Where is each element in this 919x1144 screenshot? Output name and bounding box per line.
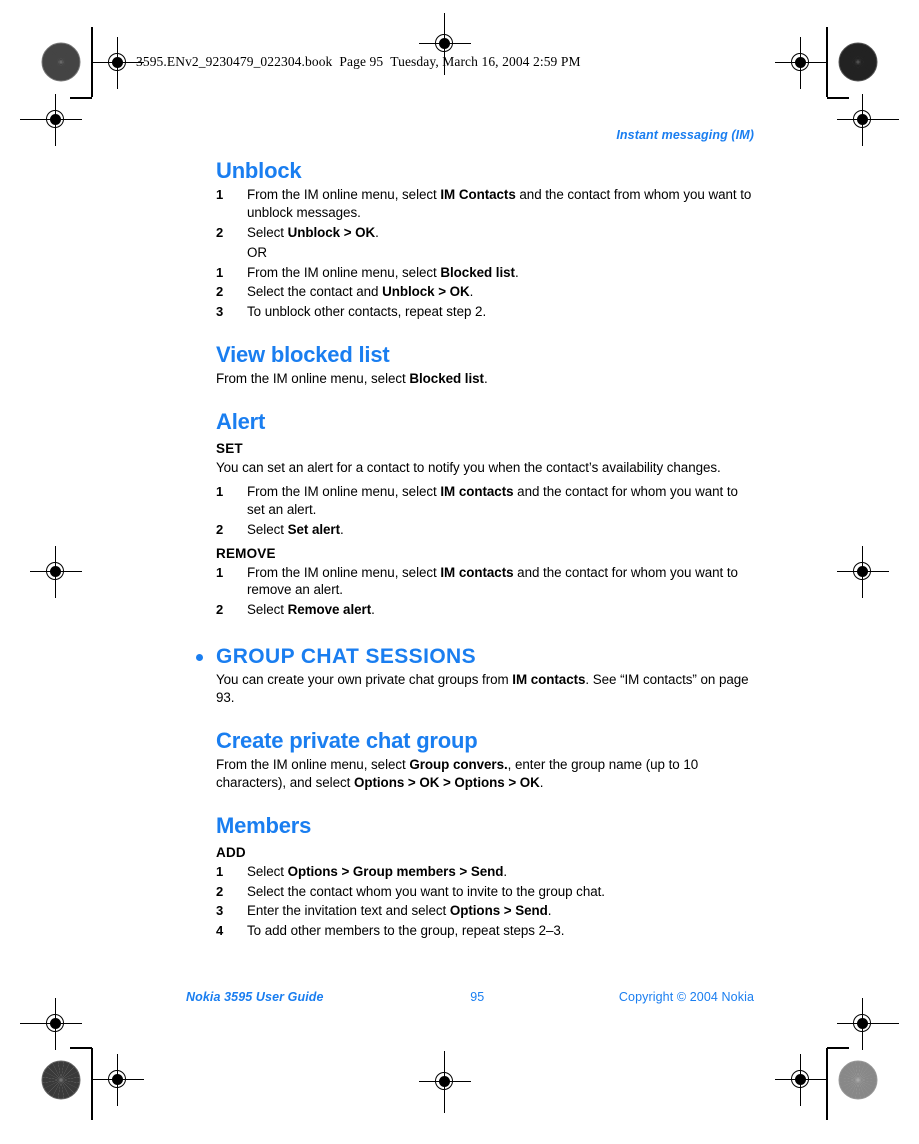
list-item: 1 From the IM online menu, select Blocke… xyxy=(216,264,754,282)
registration-mark-right-upper xyxy=(837,94,889,146)
star-target-bottom-right xyxy=(838,1060,878,1100)
running-head: Instant messaging (IM) xyxy=(616,128,754,142)
step-number: 1 xyxy=(216,264,224,280)
group-chat-intro: You can create your own private chat gro… xyxy=(216,672,749,705)
step-text: To add other members to the group, repea… xyxy=(247,923,565,939)
step-text: Select Remove alert. xyxy=(247,602,375,618)
step-number: 2 xyxy=(216,602,224,618)
book-filename: 3595.ENv2_9230479_022304.book xyxy=(136,54,333,69)
registration-mark-bottom-center xyxy=(419,1051,471,1113)
heading-members: Members xyxy=(216,812,312,838)
step-number: 2 xyxy=(216,224,224,240)
list-item: 1 From the IM online menu, select IM con… xyxy=(216,483,754,519)
heading-alert: Alert xyxy=(216,409,266,434)
unblock-steps-a: 1 From the IM online menu, select IM Con… xyxy=(216,186,754,241)
registration-mark-left-lower xyxy=(30,998,82,1050)
step-text: From the IM online menu, select IM Conta… xyxy=(247,187,752,221)
list-item: 4 To add other members to the group, rep… xyxy=(216,922,754,940)
step-text: From the IM online menu, select Blocked … xyxy=(247,264,519,280)
members-add-steps: 1 Select Options > Group members > Send.… xyxy=(216,863,754,940)
heading-view-blocked-list: View blocked list xyxy=(216,341,390,367)
trim-line-top-left-h xyxy=(70,97,92,99)
trim-line-bottom-left-h xyxy=(70,1047,92,1049)
step-text: From the IM online menu, select IM conta… xyxy=(247,564,738,598)
page-footer: Nokia 3595 User Guide 95 Copyright © 200… xyxy=(186,990,754,1004)
step-text: Select the contact and Unblock > OK. xyxy=(247,284,474,300)
or-separator: OR xyxy=(247,244,268,260)
step-text: To unblock other contacts, repeat step 2… xyxy=(247,304,487,320)
bullet-icon xyxy=(196,653,203,661)
alert-set-steps: 1 From the IM online menu, select IM con… xyxy=(216,483,754,538)
list-item: 2 Select Unblock > OK. xyxy=(216,224,754,242)
trim-line-top-left-v xyxy=(91,27,93,97)
registration-mark-left-upper xyxy=(30,94,82,146)
registration-mark-right-middle xyxy=(837,546,889,598)
list-item: 3 To unblock other contacts, repeat step… xyxy=(216,303,754,321)
registration-mark-bottom-left xyxy=(92,1054,144,1106)
list-item: 1 Select Options > Group members > Send. xyxy=(216,863,754,881)
list-item: 2 Select Set alert. xyxy=(216,521,754,539)
heading-group-chat-sessions-wrap: GROUP CHAT SESSIONS xyxy=(196,644,754,668)
trim-line-right-lower xyxy=(849,1023,899,1024)
trim-line-bottom-right-h xyxy=(827,1047,849,1049)
step-number: 4 xyxy=(216,923,224,939)
heading-group-chat-sessions: GROUP CHAT SESSIONS xyxy=(216,644,477,668)
footer-page-number: 95 xyxy=(470,990,485,1004)
list-item: 1 From the IM online menu, select IM con… xyxy=(216,564,754,600)
trim-line-bottom-right-v xyxy=(826,1048,828,1120)
unblock-steps-b: 1 From the IM online menu, select Blocke… xyxy=(216,264,754,321)
trim-line-left-upper xyxy=(20,119,70,120)
step-number: 2 xyxy=(216,284,224,300)
footer-guide-title: Nokia 3595 User Guide xyxy=(186,990,324,1004)
alert-remove-steps: 1 From the IM online menu, select IM con… xyxy=(216,564,754,619)
alert-set-intro: You can set an alert for a contact to no… xyxy=(216,460,721,476)
subheading-add: ADD xyxy=(216,844,246,860)
step-number: 2 xyxy=(216,521,224,537)
list-item: 2 Select the contact and Unblock > OK. xyxy=(216,283,754,301)
list-item: 1 From the IM online menu, select IM Con… xyxy=(216,186,754,222)
step-number: 1 xyxy=(216,863,224,879)
star-target-bottom-left xyxy=(41,1060,81,1100)
step-number: 3 xyxy=(216,903,224,919)
create-group-body: From the IM online menu, select Group co… xyxy=(216,756,699,790)
registration-mark-bottom-right xyxy=(775,1054,827,1106)
star-target-top-left xyxy=(41,42,81,82)
subheading-set: SET xyxy=(216,441,243,457)
step-text: Select the contact whom you want to invi… xyxy=(247,883,605,899)
trim-line-top-right-h xyxy=(827,97,849,99)
step-number: 3 xyxy=(216,304,224,320)
footer-copyright: Copyright © 2004 Nokia xyxy=(618,990,754,1004)
book-timestamp: Tuesday, March 16, 2004 2:59 PM xyxy=(390,54,581,69)
trim-line-right-upper xyxy=(849,119,899,120)
step-text: From the IM online menu, select IM conta… xyxy=(247,484,738,517)
heading-unblock: Unblock xyxy=(216,158,302,183)
book-file-header: 3595.ENv2_9230479_022304.book Page 95 Tues… xyxy=(136,54,581,70)
document-page: 3595.ENv2_9230479_022304.book Page 95 Tues… xyxy=(0,0,919,1144)
step-text: Select Unblock > OK. xyxy=(247,224,379,240)
heading-create-private-chat-group: Create private chat group xyxy=(216,727,478,753)
book-page-label: Page 95 xyxy=(339,54,384,69)
view-blocked-list-body: From the IM online menu, select Blocked … xyxy=(216,371,488,387)
star-target-top-right xyxy=(838,42,878,82)
step-text: Select Options > Group members > Send. xyxy=(247,863,508,879)
step-text: Enter the invitation text and select Opt… xyxy=(247,903,552,919)
step-number: 1 xyxy=(216,484,224,500)
step-text: Select Set alert. xyxy=(247,521,344,537)
page-content: Instant messaging (IM) Unblock 1 From th… xyxy=(196,128,754,942)
registration-mark-top-right xyxy=(775,37,827,89)
subheading-remove: REMOVE xyxy=(216,545,276,561)
step-number: 1 xyxy=(216,187,224,203)
trim-line-top-right-v xyxy=(826,27,828,97)
step-number: 2 xyxy=(216,883,224,899)
trim-line-left-lower xyxy=(20,1023,70,1024)
registration-mark-right-lower xyxy=(837,998,889,1050)
list-item: 2 Select Remove alert. xyxy=(216,601,754,619)
step-number: 1 xyxy=(216,564,224,580)
trim-line-bottom-left-v xyxy=(91,1048,93,1120)
registration-mark-top-left xyxy=(92,37,144,89)
registration-mark-left-middle xyxy=(30,546,82,598)
list-item: 3 Enter the invitation text and select O… xyxy=(216,902,754,920)
list-item: 2 Select the contact whom you want to in… xyxy=(216,883,754,901)
